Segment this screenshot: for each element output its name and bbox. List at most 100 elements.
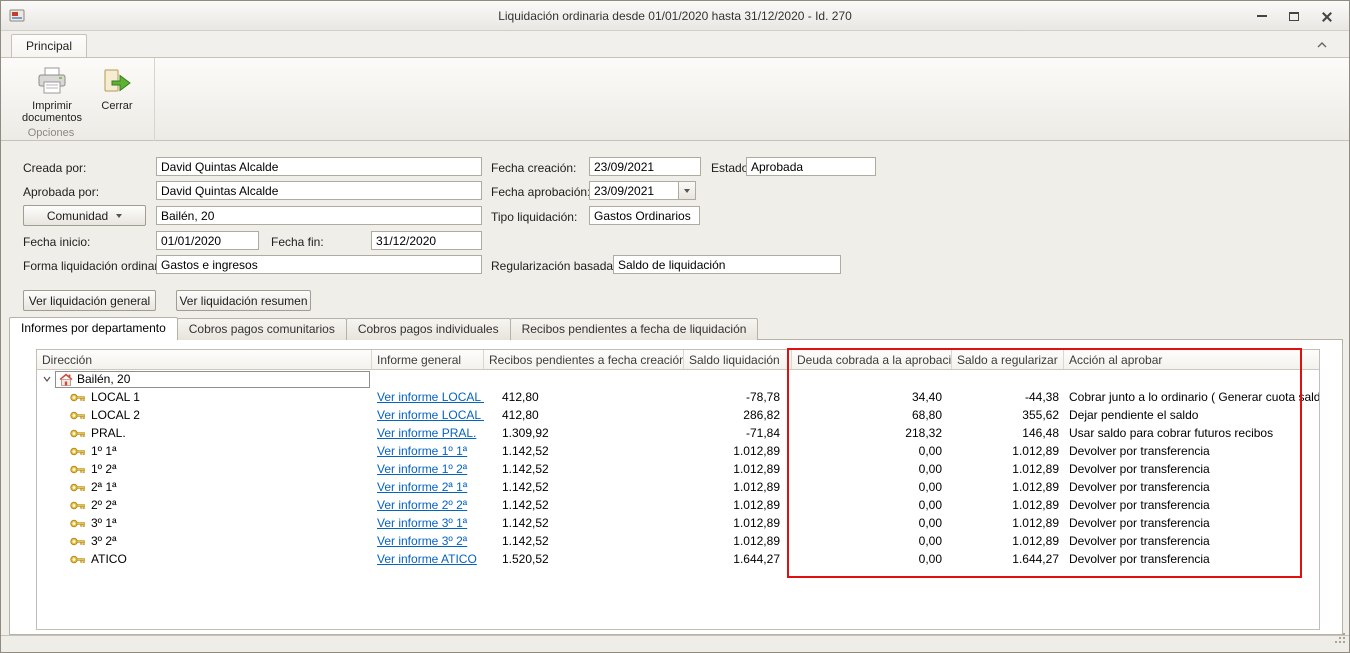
table-row[interactable]: 2ª 1ª Ver informe 2ª 1ª 1.142,52 1.012,8… (37, 478, 1319, 496)
column-header-deuda-cobrada[interactable]: Deuda cobrada a la aprobación (792, 350, 952, 369)
table-body: LOCAL 1 Ver informe LOCAL 1 412,80 -78,7… (37, 388, 1319, 568)
fecha-fin-field[interactable] (371, 231, 482, 250)
table-row[interactable]: 1º 1ª Ver informe 1º 1ª 1.142,52 1.012,8… (37, 442, 1319, 460)
comunidad-field[interactable] (156, 206, 482, 225)
key-icon (70, 447, 85, 456)
saldo-liquidacion-value: -71,84 (684, 424, 792, 442)
table-row[interactable]: 1º 2ª Ver informe 1º 2ª 1.142,52 1.012,8… (37, 460, 1319, 478)
aprobada-por-label: Aprobada por: (23, 185, 99, 199)
tipo-liquidacion-label: Tipo liquidación: (491, 210, 577, 224)
department-label: ATICO (91, 550, 127, 568)
department-label: 2º 2ª (91, 496, 117, 514)
accion-aprobar-value: Cobrar junto a lo ordinario ( Generar cu… (1064, 388, 1319, 406)
table-header: Dirección Informe general Recibos pendie… (37, 350, 1319, 370)
aprobada-por-field[interactable] (156, 181, 482, 200)
ver-liquidacion-general-button[interactable]: Ver liquidación general (23, 290, 156, 311)
recibos-pendientes-value: 1.142,52 (484, 514, 684, 532)
comunidad-button[interactable]: Comunidad (23, 205, 146, 226)
resize-grip[interactable] (1334, 632, 1347, 650)
ver-informe-link[interactable]: Ver informe ATICO (377, 552, 477, 566)
saldo-regularizar-value: 146,48 (952, 424, 1064, 442)
group-row-bailen[interactable]: Bailén, 20 (37, 370, 1319, 388)
tab-recibos-pendientes[interactable]: Recibos pendientes a fecha de liquidació… (510, 318, 759, 340)
ribbon: Imprimir documentos Cerrar Opciones (1, 57, 1349, 141)
tab-strip: Informes por departamento Cobros pagos c… (9, 317, 757, 340)
ribbon-group-opciones: Imprimir documentos Cerrar Opciones (5, 58, 155, 141)
fecha-aprobacion-field[interactable] (589, 181, 679, 200)
department-label: 3º 1ª (91, 514, 117, 532)
ribbon-tab-principal[interactable]: Principal (11, 34, 87, 57)
fecha-inicio-field[interactable] (156, 231, 259, 250)
column-header-informe-general[interactable]: Informe general (372, 350, 484, 369)
ver-informe-link[interactable]: Ver informe 1º 1ª (377, 444, 467, 458)
recibos-pendientes-value: 1.309,92 (484, 424, 684, 442)
key-icon (70, 411, 85, 420)
fecha-creacion-field[interactable] (589, 157, 701, 176)
tab-cobros-pagos-individuales[interactable]: Cobros pagos individuales (346, 318, 511, 340)
column-header-recibos-pendientes[interactable]: Recibos pendientes a fecha creación (484, 350, 684, 369)
printer-icon (36, 65, 68, 97)
expand-chevron-icon[interactable] (42, 374, 52, 384)
key-icon (70, 429, 85, 438)
key-icon (70, 501, 85, 510)
deuda-cobrada-value: 0,00 (792, 460, 952, 478)
key-icon (70, 555, 85, 564)
deuda-cobrada-value: 0,00 (792, 478, 952, 496)
tab-informes-por-departamento[interactable]: Informes por departamento (9, 317, 178, 340)
department-label: LOCAL 2 (91, 406, 140, 424)
table-row[interactable]: LOCAL 1 Ver informe LOCAL 1 412,80 -78,7… (37, 388, 1319, 406)
cerrar-label: Cerrar (101, 100, 132, 112)
close-button[interactable] (1313, 7, 1339, 25)
minimize-button[interactable] (1249, 7, 1275, 25)
table-row[interactable]: 2º 2ª Ver informe 2º 2ª 1.142,52 1.012,8… (37, 496, 1319, 514)
saldo-liquidacion-value: 1.012,89 (684, 460, 792, 478)
ver-informe-link[interactable]: Ver informe LOCAL 2 (377, 408, 484, 422)
ver-informe-link[interactable]: Ver informe 2º 2ª (377, 498, 467, 512)
column-header-accion-aprobar[interactable]: Acción al aprobar (1064, 350, 1319, 369)
ver-informe-link[interactable]: Ver informe PRAL. (377, 426, 476, 440)
estado-field[interactable] (746, 157, 876, 176)
accion-aprobar-value: Devolver por transferencia (1064, 478, 1319, 496)
ribbon-collapse-button[interactable] (1313, 37, 1331, 53)
department-label: PRAL. (91, 424, 126, 442)
table-row[interactable]: ATICO Ver informe ATICO 1.520,52 1.644,2… (37, 550, 1319, 568)
ver-liquidacion-resumen-button[interactable]: Ver liquidación resumen (176, 290, 311, 311)
ver-informe-link[interactable]: Ver informe 3º 1ª (377, 516, 467, 530)
key-icon (70, 519, 85, 528)
key-icon (70, 483, 85, 492)
saldo-regularizar-value: 1.644,27 (952, 550, 1064, 568)
recibos-pendientes-value: 412,80 (484, 406, 684, 424)
app-window: Liquidación ordinaria desde 01/01/2020 h… (0, 0, 1350, 653)
cerrar-button[interactable]: Cerrar (93, 62, 141, 115)
fecha-inicio-label: Fecha inicio: (23, 235, 90, 249)
restore-button[interactable] (1281, 7, 1307, 25)
ver-informe-link[interactable]: Ver informe 2ª 1ª (377, 480, 467, 494)
imprimir-documentos-button[interactable]: Imprimir documentos (19, 62, 85, 127)
fecha-aprobacion-dropdown-button[interactable] (679, 181, 696, 200)
table-row[interactable]: 3º 2ª Ver informe 3º 2ª 1.142,52 1.012,8… (37, 532, 1319, 550)
saldo-regularizar-value: 1.012,89 (952, 496, 1064, 514)
table-row[interactable]: PRAL. Ver informe PRAL. 1.309,92 -71,84 … (37, 424, 1319, 442)
regularizacion-field[interactable] (613, 255, 841, 274)
recibos-pendientes-value: 1.142,52 (484, 460, 684, 478)
creada-por-field[interactable] (156, 157, 482, 176)
deuda-cobrada-value: 68,80 (792, 406, 952, 424)
chevron-down-icon (116, 214, 122, 218)
column-header-saldo-regularizar[interactable]: Saldo a regularizar (952, 350, 1064, 369)
column-header-saldo-liquidacion[interactable]: Saldo liquidación (684, 350, 792, 369)
ver-informe-link[interactable]: Ver informe 1º 2ª (377, 462, 467, 476)
column-header-direccion[interactable]: Dirección (37, 350, 372, 369)
key-icon (70, 465, 85, 474)
tipo-liquidacion-field[interactable] (589, 206, 700, 225)
accion-aprobar-value: Devolver por transferencia (1064, 460, 1319, 478)
table-row[interactable]: LOCAL 2 Ver informe LOCAL 2 412,80 286,8… (37, 406, 1319, 424)
recibos-pendientes-value: 1.520,52 (484, 550, 684, 568)
forma-liquidacion-field[interactable] (156, 255, 482, 274)
table-row[interactable]: 3º 1ª Ver informe 3º 1ª 1.142,52 1.012,8… (37, 514, 1319, 532)
key-icon (70, 537, 85, 546)
deuda-cobrada-value: 0,00 (792, 532, 952, 550)
forma-liquidacion-label: Forma liquidación ordinaria: (23, 259, 171, 273)
ver-informe-link[interactable]: Ver informe 3º 2ª (377, 534, 467, 548)
ver-informe-link[interactable]: Ver informe LOCAL 1 (377, 390, 484, 404)
tab-cobros-pagos-comunitarios[interactable]: Cobros pagos comunitarios (177, 318, 347, 340)
